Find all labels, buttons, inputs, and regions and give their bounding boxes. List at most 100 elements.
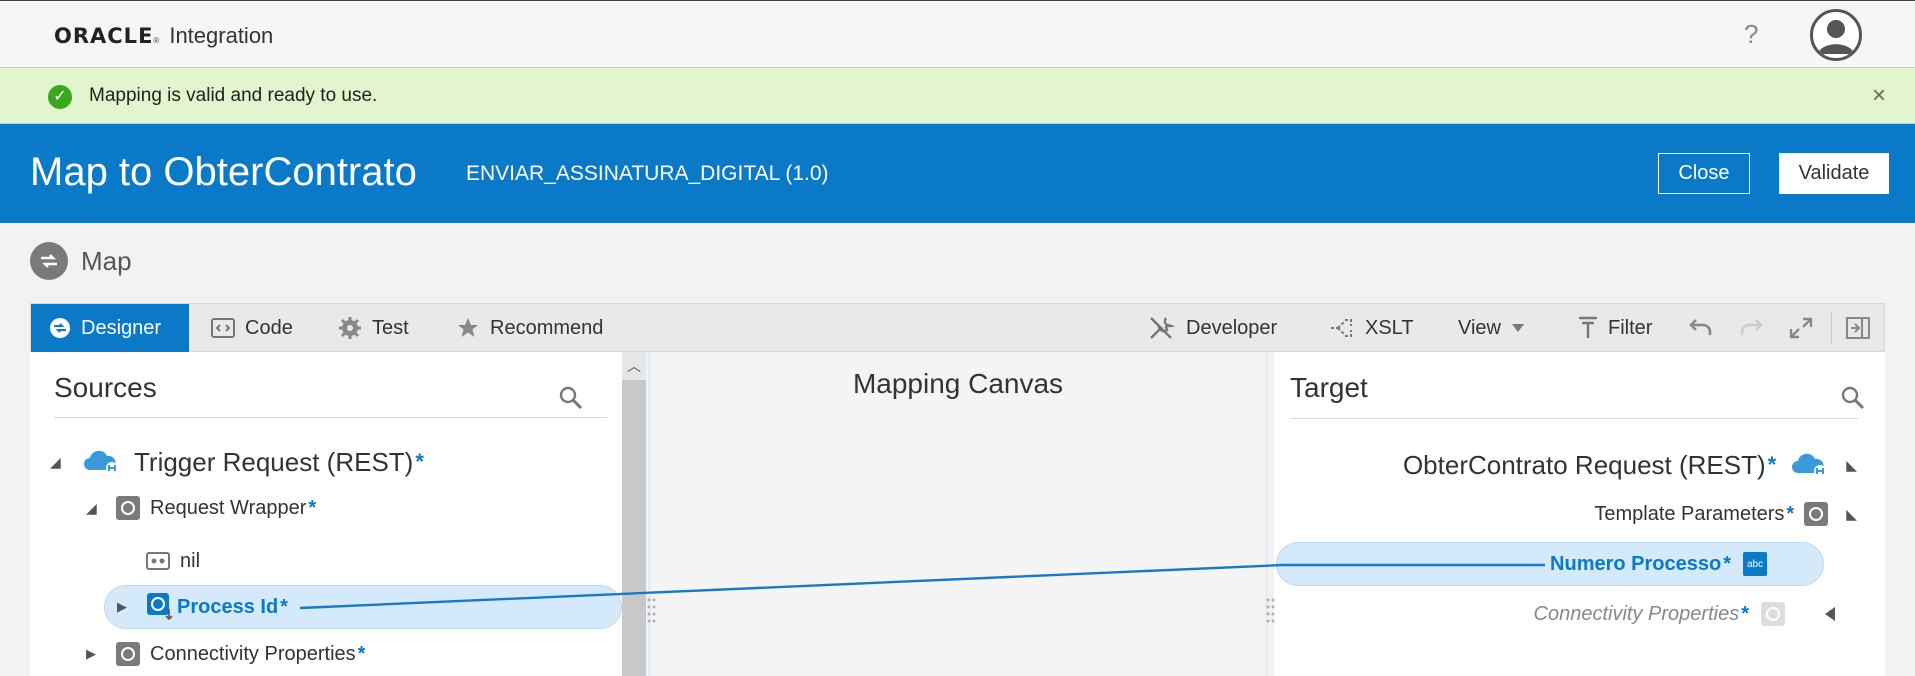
tree-node-process-id[interactable]: ▶ Process Id * <box>104 585 622 629</box>
node-label: Process Id <box>177 595 279 618</box>
tree-node-numero-processo[interactable]: Numero Processo * abc <box>1276 542 1824 586</box>
element-icon <box>1804 502 1829 526</box>
required-marker: * <box>1767 452 1777 477</box>
product-name: Integration <box>169 23 274 48</box>
map-icon <box>30 242 68 280</box>
code-icon <box>211 317 235 339</box>
element-icon <box>116 496 140 520</box>
element-icon <box>1761 602 1785 626</box>
string-type-icon: abc <box>1743 552 1767 576</box>
banner-message: Mapping is valid and ready to use. <box>89 85 378 106</box>
user-icon <box>1818 20 1854 54</box>
tab-label: Test <box>372 316 409 339</box>
expand-triangle-icon[interactable]: ▶ <box>86 646 116 662</box>
oracle-logo: ORACLE <box>54 24 154 48</box>
panel-toggle-icon[interactable] <box>1845 316 1871 340</box>
tab-code[interactable]: Code <box>211 304 293 352</box>
target-panel: Target ObterContrato Request (REST) * ◣ … <box>1274 352 1885 676</box>
node-label: Trigger Request (REST) <box>134 446 414 477</box>
gear-icon <box>338 316 362 340</box>
search-icon[interactable] <box>558 385 584 411</box>
developer-label: Developer <box>1186 316 1278 339</box>
required-marker: * <box>357 642 366 665</box>
user-avatar[interactable] <box>1810 9 1862 61</box>
collapse-triangle-icon[interactable]: ◣ <box>1846 506 1857 523</box>
rest-cloud-icon <box>82 448 120 476</box>
scrollbar-thumb[interactable] <box>622 380 646 676</box>
node-label: ObterContrato Request (REST) <box>1402 449 1766 480</box>
tree-node-nil[interactable]: nil <box>146 546 200 576</box>
filter-icon <box>1578 316 1598 340</box>
banner-close-icon[interactable]: × <box>1872 82 1886 110</box>
xslt-label: XSLT <box>1365 316 1414 339</box>
required-marker: * <box>1723 552 1731 575</box>
node-label: Numero Processo <box>1550 552 1722 575</box>
element-icon <box>116 642 140 666</box>
rest-cloud-icon <box>1790 451 1828 479</box>
integration-name: ENVIAR_ASSINATURA_DIGITAL (1.0) <box>466 162 829 185</box>
node-label: Template Parameters <box>1594 502 1785 525</box>
tab-label: Recommend <box>490 316 604 339</box>
redo-icon[interactable] <box>1738 316 1764 340</box>
developer-button[interactable]: Developer <box>1148 304 1277 352</box>
undo-icon[interactable] <box>1688 316 1714 340</box>
required-marker: * <box>415 449 424 474</box>
mapper-toolbar: Designer Code Test Recommend Developer X… <box>30 303 1885 352</box>
xslt-icon <box>1329 316 1355 340</box>
tree-node-target-connectivity-properties[interactable]: Connectivity Properties * <box>1534 598 1785 630</box>
mapped-element-icon <box>147 593 173 621</box>
required-marker: * <box>1741 602 1749 625</box>
node-label: nil <box>180 549 201 572</box>
required-marker: * <box>308 496 317 519</box>
tab-test[interactable]: Test <box>338 304 409 352</box>
required-marker: * <box>1786 502 1795 525</box>
attribute-icon <box>146 551 170 571</box>
node-label: Connectivity Properties <box>1533 602 1740 625</box>
target-title: Target <box>1290 372 1368 403</box>
page-title: Map to ObterContrato <box>30 150 417 194</box>
sources-panel: Sources ◢ Trigger Request (REST) * ◢ Req… <box>30 352 622 676</box>
designer-icon <box>49 317 71 339</box>
tree-node-obtercontrato-request[interactable]: ObterContrato Request (REST) * ◣ <box>1403 445 1857 485</box>
close-button[interactable]: Close <box>1658 153 1750 194</box>
filter-label: Filter <box>1608 316 1653 339</box>
search-icon[interactable] <box>1840 385 1866 411</box>
star-icon <box>456 316 480 340</box>
tab-label: Designer <box>81 316 162 339</box>
sources-title: Sources <box>54 372 157 403</box>
tab-recommend[interactable]: Recommend <box>456 304 603 352</box>
brand-logo: ORACLE ® Integration <box>54 23 274 48</box>
canvas-title: Mapping Canvas <box>852 368 1064 399</box>
success-banner: ✓ Mapping is valid and ready to use. × <box>0 67 1915 124</box>
expand-triangle-icon[interactable]: ▶ <box>117 599 147 615</box>
node-label: Connectivity Properties <box>150 642 356 665</box>
expand-triangle-icon[interactable] <box>1824 598 1836 630</box>
collapse-triangle-icon[interactable]: ◢ <box>50 454 82 471</box>
page-header: Map to ObterContrato ENVIAR_ASSINATURA_D… <box>0 124 1915 223</box>
section-label: Map <box>30 242 132 280</box>
view-menu[interactable]: View <box>1458 304 1525 352</box>
tab-designer[interactable]: Designer <box>31 304 189 352</box>
mapping-canvas: Mapping Canvas <box>648 352 1268 676</box>
collapse-triangle-icon[interactable]: ◢ <box>86 500 116 517</box>
tree-node-template-parameters[interactable]: Template Parameters * ◣ <box>1594 498 1857 530</box>
help-icon[interactable]: ? <box>1744 19 1758 50</box>
chevron-down-icon <box>1511 323 1525 333</box>
top-bar: ORACLE ® Integration ? <box>0 0 1915 67</box>
tree-node-trigger-request[interactable]: ◢ Trigger Request (REST) * <box>50 442 424 482</box>
node-label: Request Wrapper <box>150 496 307 519</box>
wrench-icon <box>1148 315 1176 341</box>
success-check-icon: ✓ <box>48 85 72 109</box>
validate-button[interactable]: Validate <box>1779 153 1889 194</box>
expand-icon[interactable] <box>1788 316 1814 340</box>
scroll-up-icon[interactable]: ︿ <box>627 356 641 376</box>
tree-node-request-wrapper[interactable]: ◢ Request Wrapper * <box>86 492 316 524</box>
tree-node-connectivity-properties[interactable]: ▶ Connectivity Properties * <box>86 638 365 670</box>
xslt-button[interactable]: XSLT <box>1329 304 1414 352</box>
collapse-triangle-icon[interactable]: ◣ <box>1846 457 1857 474</box>
sources-scrollbar[interactable]: ︿ <box>622 352 646 676</box>
toolbar-divider <box>1831 312 1832 344</box>
view-label: View <box>1458 316 1501 339</box>
filter-button[interactable]: Filter <box>1578 304 1652 352</box>
section-title: Map <box>81 245 132 276</box>
